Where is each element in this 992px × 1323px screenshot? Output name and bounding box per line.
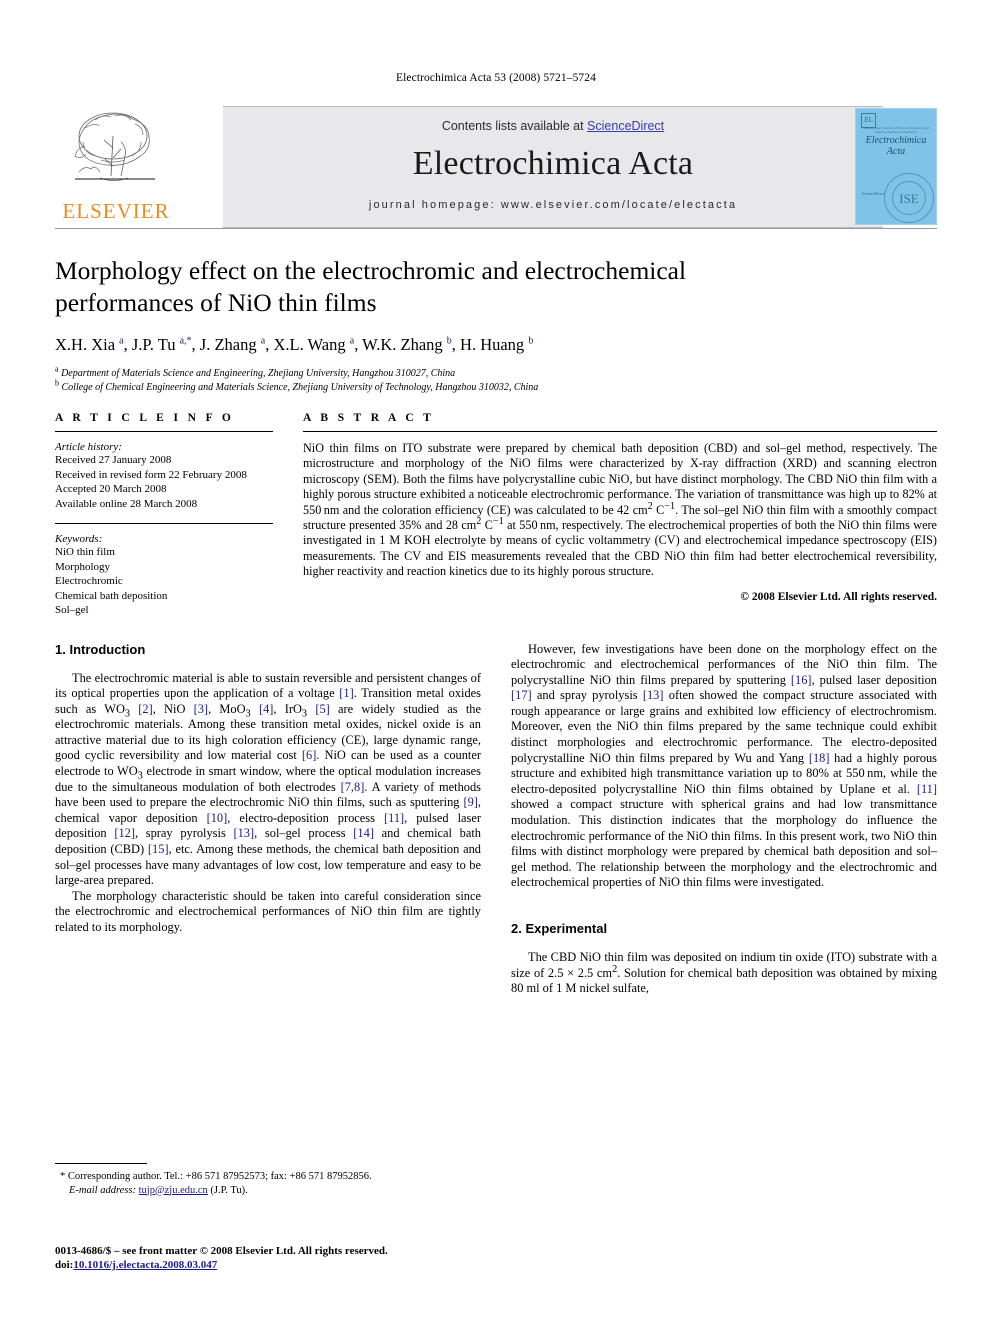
article-page: Electrochimica Acta 53 (2008) 5721–5724 … (0, 0, 992, 1323)
cover-microtext: International Journal of Electrochemistr… (862, 126, 930, 134)
ise-seal-text: ISE (899, 191, 919, 206)
history-item: Received in revised form 22 February 200… (55, 468, 247, 481)
journal-cover-thumbnail: EL International Journal of Electrochemi… (855, 108, 937, 225)
author-list: X.H. Xia a, J.P. Tu a,*, J. Zhang a, X.L… (55, 335, 534, 354)
cover-journal-title: Electrochimica Acta (856, 135, 936, 157)
intro-paragraph-3: However, few investigations have been do… (511, 641, 937, 890)
article-info-column: A R T I C L E I N F O Article history: R… (55, 412, 303, 618)
keywords-rule (55, 523, 273, 524)
affiliation-b-text: College of Chemical Engineering and Mate… (61, 381, 539, 393)
keyword-item: Chemical bath deposition (55, 589, 168, 602)
abstract-heading: A B S T R A C T (303, 412, 435, 424)
affiliation-a-marker: a (55, 364, 59, 374)
article-history-list: Received 27 January 2008 Received in rev… (55, 453, 273, 511)
contents-prefix: Contents lists available at (441, 119, 588, 133)
history-item: Accepted 20 March 2008 (55, 483, 167, 495)
body-column-left: 1. Introduction The electrochromic mater… (55, 642, 481, 997)
abstract-rule (303, 431, 937, 432)
corresponding-text: Corresponding author. Tel.: +86 571 8795… (67, 1171, 372, 1182)
section-heading-introduction: 1. Introduction (55, 641, 146, 657)
elsevier-logo: ELSEVIER (55, 106, 177, 228)
keywords-list: NiO thin film Morphology Electrochromic … (55, 545, 273, 618)
info-abstract-row: A R T I C L E I N F O Article history: R… (55, 394, 937, 618)
article-info-heading: A R T I C L E I N F O (55, 412, 235, 424)
abstract-copyright: © 2008 Elsevier Ltd. All rights reserved… (740, 590, 937, 603)
page-content: Electrochimica Acta 53 (2008) 5721–5724 … (55, 0, 937, 997)
affiliation-a-text: Department of Materials Science and Engi… (61, 368, 456, 379)
journal-title: Electrochimica Acta (412, 145, 694, 182)
page-title: Morphology effect on the electrochromic … (55, 256, 687, 317)
doi-line: doi:10.1016/j.electacta.2008.03.047 (55, 1258, 515, 1272)
elsevier-wordmark: ELSEVIER (62, 199, 170, 223)
article-info-rule (55, 431, 273, 432)
affiliation-b-marker: b (55, 378, 59, 388)
section-heading-experimental: 2. Experimental (511, 921, 608, 936)
imprint-block: 0013-4686/$ – see front matter © 2008 El… (55, 1244, 515, 1272)
affiliation-a: a Department of Materials Science and En… (55, 364, 937, 381)
doi-link[interactable]: 10.1016/j.electacta.2008.03.047 (73, 1259, 217, 1271)
masthead-band: Contents lists available at ScienceDirec… (223, 106, 883, 228)
keyword-item: NiO thin film (55, 546, 115, 558)
elsevier-tree-icon (74, 112, 155, 181)
title-block: Morphology effect on the electrochromic … (55, 229, 937, 394)
experimental-paragraph-1: The CBD NiO thin film was deposited on i… (511, 950, 937, 996)
email-label: E-mail address: (69, 1184, 136, 1196)
journal-homepage-line[interactable]: journal homepage: www.elsevier.com/locat… (223, 199, 883, 211)
article-history-label: Article history: (55, 441, 122, 453)
ise-seal-icon: ISE (884, 173, 934, 223)
footnote-rule (55, 1163, 147, 1164)
running-head: Electrochimica Acta 53 (2008) 5721–5724 (396, 72, 596, 84)
cover-sciencedirect-mark: ScienceDirect (862, 191, 885, 196)
abstract-column: A B S T R A C T NiO thin films on ITO su… (303, 412, 937, 618)
footnote-block: * Corresponding author. Tel.: +86 571 87… (55, 1163, 481, 1197)
corresponding-author-note: * Corresponding author. Tel.: +86 571 87… (55, 1170, 481, 1197)
keyword-item: Sol–gel (55, 604, 89, 616)
cover-title-line2: Acta (886, 146, 906, 157)
contents-available-line: Contents lists available at ScienceDirec… (223, 119, 883, 133)
intro-paragraph-2: The morphology characteristic should be … (55, 888, 481, 934)
history-item: Available online 28 March 2008 (55, 497, 198, 510)
issn-line: 0013-4686/$ – see front matter © 2008 El… (55, 1245, 388, 1257)
affiliation-b: b College of Chemical Engineering and Ma… (55, 378, 937, 395)
history-item: Received 27 January 2008 (55, 454, 172, 466)
cover-title-line1: Electrochimica (865, 135, 927, 146)
body-columns: 1. Introduction The electrochromic mater… (55, 618, 937, 997)
email-suffix: (J.P. Tu). (210, 1184, 248, 1196)
sciencedirect-link[interactable]: ScienceDirect (587, 119, 664, 133)
keywords-label: Keywords: (55, 533, 103, 545)
email-link[interactable]: tujp@zju.edu.cn (139, 1185, 208, 1196)
keyword-item: Electrochromic (55, 575, 123, 587)
abstract-text: NiO thin films on ITO substrate were pre… (303, 441, 937, 579)
corresponding-marker: * (60, 1171, 66, 1182)
body-column-right: However, few investigations have been do… (511, 642, 937, 997)
intro-paragraph-1: The electrochromic material is able to s… (55, 670, 482, 888)
journal-masthead: Contents lists available at ScienceDirec… (55, 106, 937, 228)
doi-label: doi: (55, 1259, 74, 1271)
keyword-item: Morphology (55, 560, 110, 573)
